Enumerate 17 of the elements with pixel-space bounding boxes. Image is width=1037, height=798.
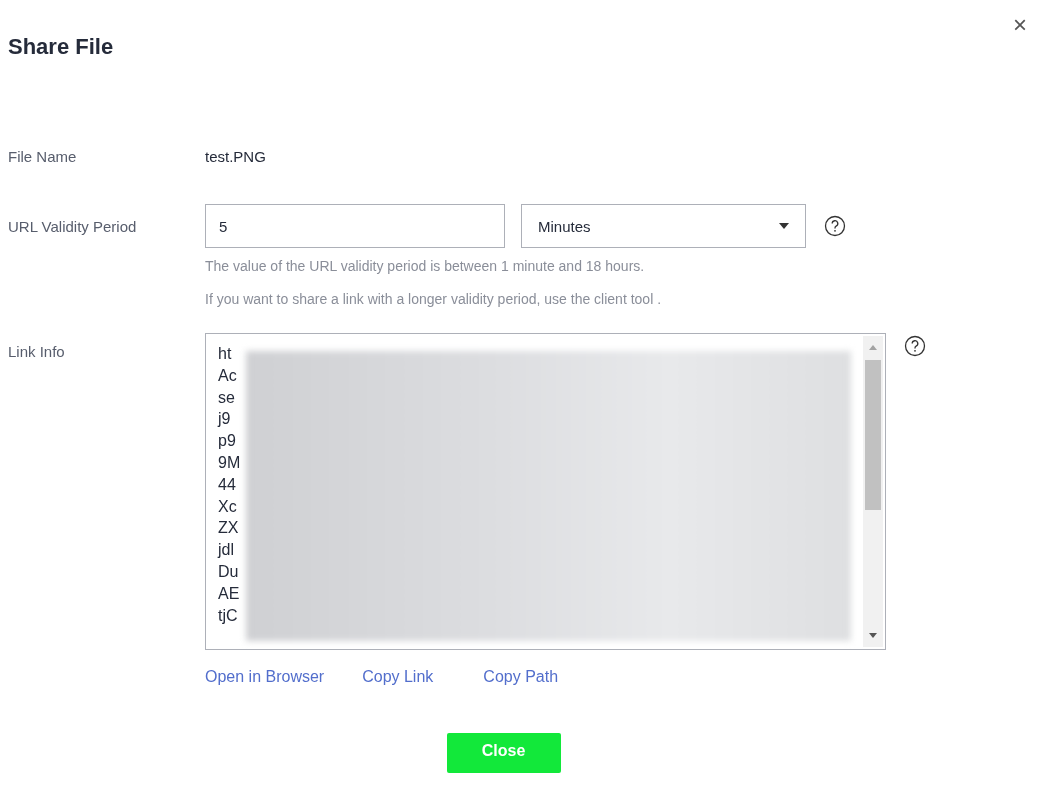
hint-text: If you want to share a link with a longer validity period, use the client tool . <box>205 290 663 309</box>
action-link[interactable]: Open in Browser <box>205 667 325 687</box>
action-link[interactable]: Copy Link <box>362 667 434 687</box>
help-icon[interactable] <box>904 335 926 357</box>
field-label: File Name <box>8 147 78 167</box>
hint-text: The value of the URL validity period is between 1 minute and 18 hours. <box>205 257 646 276</box>
file-name-value: test.PNG <box>205 147 266 167</box>
field-label: URL Validity Period <box>8 217 138 235</box>
validity-input[interactable]: 5 <box>205 204 505 248</box>
action-link[interactable]: Copy Path <box>483 667 559 687</box>
link-info-field[interactable]: ht Ac se j9 p9 9M 44 Xc ZX jdl Du AE tjC <box>205 333 886 650</box>
unit-dropdown[interactable]: Minutes <box>521 204 806 248</box>
dialog-title: Share File <box>8 34 114 60</box>
field-label: Link Info <box>8 342 66 360</box>
caret-icon <box>779 223 789 229</box>
help-icon[interactable] <box>824 215 846 237</box>
scrollbar[interactable] <box>863 336 883 647</box>
